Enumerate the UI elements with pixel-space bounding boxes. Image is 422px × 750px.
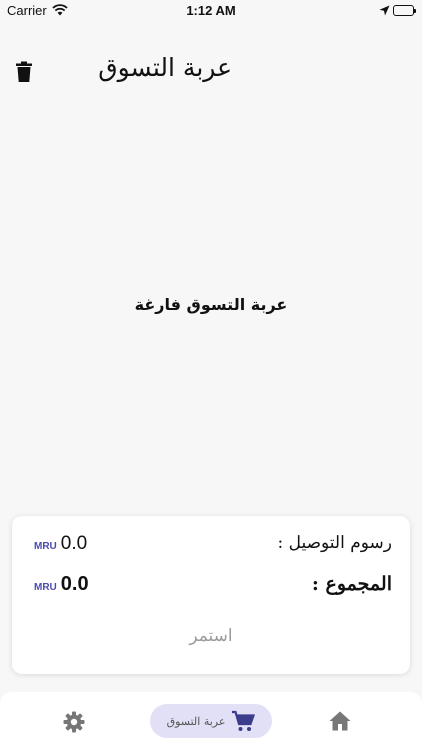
nav-cart-label: عربة التسوق	[166, 714, 226, 728]
battery-icon	[393, 5, 416, 16]
bottom-nav: عربة التسوق	[0, 692, 422, 750]
empty-cart-message: عربة التسوق فارغة	[134, 295, 288, 314]
home-icon	[329, 711, 351, 731]
status-bar: Carrier 1:12 AM	[0, 0, 422, 22]
clock-time: 1:12 AM	[186, 3, 236, 18]
page-title: عربة التسوق	[98, 53, 232, 82]
delivery-fee-value: 0.0	[60, 533, 88, 554]
order-summary-card: رسوم التوصيل : MRU 0.0 المجموع : MRU 0.0 ا…	[12, 516, 410, 674]
cart-icon	[232, 710, 256, 731]
continue-button[interactable]: استمر	[12, 626, 410, 646]
total-row: المجموع : MRU 0.0	[12, 573, 410, 603]
delivery-fee-currency: MRU	[34, 541, 57, 552]
trash-icon	[16, 61, 32, 82]
settings-gear-icon	[63, 711, 85, 733]
total-currency: MRU	[34, 582, 57, 593]
total-amount: MRU 0.0	[34, 573, 89, 596]
delivery-fee-amount: MRU 0.0	[34, 533, 87, 555]
screen: Carrier 1:12 AM عربة التسوق عربة التسوق …	[0, 0, 422, 750]
delivery-fee-label: رسوم التوصيل :	[277, 533, 392, 553]
nav-home[interactable]	[328, 710, 352, 744]
location-arrow-icon	[379, 4, 390, 19]
nav-settings[interactable]	[62, 710, 86, 744]
nav-cart[interactable]: عربة التسوق	[150, 704, 272, 738]
total-label: المجموع :	[311, 573, 392, 595]
total-value: 0.0	[60, 573, 89, 595]
clear-cart-button[interactable]	[14, 61, 34, 83]
delivery-fee-row: رسوم التوصيل : MRU 0.0	[12, 533, 410, 563]
